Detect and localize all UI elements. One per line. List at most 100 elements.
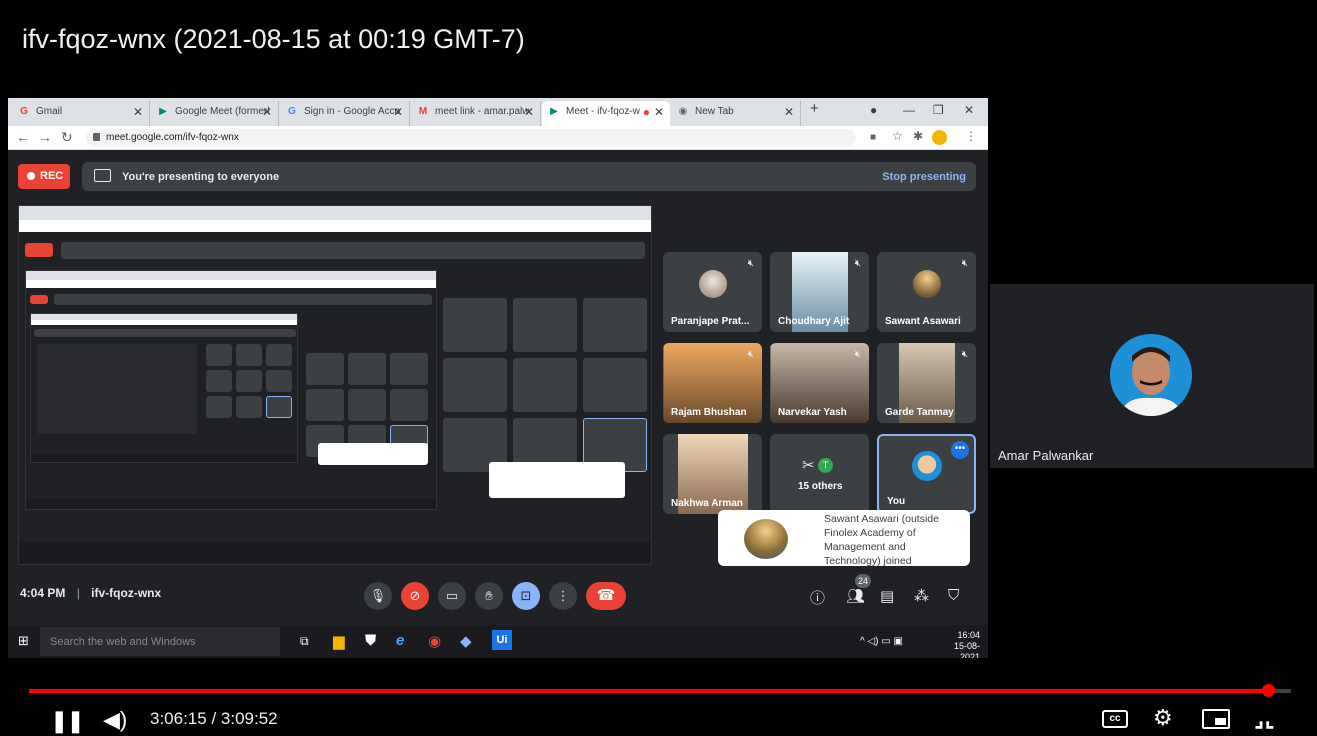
nested-tile	[513, 298, 577, 352]
settings-button[interactable]: ⚙	[1153, 705, 1173, 731]
gmail-icon: M	[418, 106, 428, 117]
shared-screen: G Gmail ✕ ▶ Google Meet (formerl ✕ G Sig…	[8, 98, 988, 658]
nested-screen-level-4	[30, 313, 298, 463]
nested-screen-level-3	[25, 270, 437, 510]
info-icon[interactable]: ⓘ	[810, 587, 825, 608]
nested-tile	[443, 358, 507, 412]
avatar	[1110, 334, 1192, 416]
maximize-icon[interactable]: ❐	[933, 103, 944, 117]
forward-arrow-icon[interactable]: →	[38, 129, 52, 145]
more-options-button[interactable]: ⋮	[549, 582, 577, 610]
taskbar-search-input[interactable]: Search the web and Windows	[40, 627, 280, 656]
nested-address-bar	[19, 220, 651, 232]
participant-tile[interactable]: 🔇︎ Choudhary Ajit	[770, 252, 869, 332]
camera-off-icon: ⊘	[409, 588, 421, 603]
nested-tile	[513, 358, 577, 412]
tab-label: Meet - ifv-fqoz-w	[566, 106, 640, 117]
progress-scrubber-handle[interactable]	[1262, 684, 1275, 697]
store-icon[interactable]: ⛊	[365, 632, 376, 649]
raise-hand-button[interactable]: ✋︎	[475, 582, 503, 610]
window-close-icon[interactable]: ✕	[964, 103, 974, 117]
participant-photo	[911, 451, 942, 482]
tab-meet-link[interactable]: M meet link - amar.palw ✕	[411, 101, 541, 126]
nested-toast	[489, 462, 625, 498]
tab-google-meet-formerly[interactable]: ▶ Google Meet (formerl ✕	[151, 101, 279, 126]
uipath-icon[interactable]: Ui	[492, 630, 512, 650]
tab-gmail[interactable]: G Gmail ✕	[12, 101, 150, 126]
tab-label: Gmail	[36, 106, 63, 117]
leave-call-button[interactable]: ☎︎	[586, 582, 626, 610]
tab-new-tab[interactable]: ◉ New Tab ✕	[671, 101, 801, 126]
google-icon: G	[288, 106, 296, 117]
captions-button[interactable]: ▭	[438, 582, 466, 610]
tab-label: New Tab	[695, 106, 734, 117]
participant-tile[interactable]: 🔇︎ Paranjape Prat...	[663, 252, 762, 332]
close-icon[interactable]: ✕	[393, 105, 403, 119]
file-explorer-icon[interactable]: ▆	[333, 632, 345, 650]
new-tab-plus-icon[interactable]: +	[810, 100, 819, 117]
close-icon[interactable]: ✕	[654, 105, 664, 119]
others-tile[interactable]: ✂ T 15 others	[770, 434, 869, 514]
tab-label: Sign in - Google Acco	[304, 106, 401, 117]
url-text: meet.google.com/ifv-fqoz-wnx	[106, 132, 239, 143]
pause-button[interactable]: ❚❚	[50, 708, 85, 734]
participant-tile[interactable]: 🔇︎ Narvekar Yash	[770, 343, 869, 423]
camera-off-button[interactable]: ⊘	[401, 582, 429, 610]
mic-off-icon: 🔇︎	[961, 258, 968, 269]
close-icon[interactable]: ✕	[262, 105, 272, 119]
volume-button[interactable]: ◀︎)	[103, 707, 127, 733]
nested-taskbar	[19, 542, 651, 564]
video-player[interactable]: ifv-fqoz-wnx (2021-08-15 at 00:19 GMT-7)…	[0, 0, 1317, 736]
tab-meet-active[interactable]: ▶ Meet - ifv-fqoz-w ● ✕	[542, 101, 670, 126]
minimize-icon[interactable]: —	[903, 103, 915, 117]
taskbar-clock: 16:04 15-08-2021	[953, 630, 980, 658]
nested-tab-bar	[19, 206, 651, 220]
close-icon[interactable]: ✕	[784, 105, 794, 119]
tab-sign-in[interactable]: G Sign in - Google Acco ✕	[280, 101, 410, 126]
reload-icon[interactable]: ↻	[61, 129, 73, 146]
participant-tile[interactable]: Nakhwa Arman	[663, 434, 762, 514]
star-icon[interactable]: ☆	[892, 129, 903, 143]
nested-tile	[583, 358, 647, 412]
more-options-icon[interactable]: •••	[951, 441, 969, 459]
stop-presenting-button[interactable]: Stop presenting	[882, 171, 966, 183]
exit-fullscreen-button[interactable]: ⌟⌞	[1254, 706, 1275, 732]
close-icon[interactable]: ✕	[133, 105, 143, 119]
captions-button[interactable]: cc	[1102, 710, 1128, 728]
people-icon[interactable]: 👥︎	[846, 587, 865, 605]
camera-icon[interactable]: ■	[870, 132, 876, 143]
chrome-icon[interactable]: ◉	[428, 632, 441, 650]
participant-tile[interactable]: 🔇︎ Garde Tanmay	[877, 343, 976, 423]
close-icon[interactable]: ✕	[524, 105, 534, 119]
host-controls-icon[interactable]: ⛉	[948, 587, 959, 604]
rec-badge: REC	[18, 164, 70, 189]
tab-label: Google Meet (formerl	[175, 106, 270, 117]
miniplayer-button[interactable]	[1202, 709, 1230, 729]
back-arrow-icon[interactable]: ←	[16, 129, 30, 145]
nested-tile	[583, 298, 647, 352]
avatar[interactable]	[932, 130, 947, 145]
menu-dots-icon[interactable]: ⋮	[965, 129, 977, 143]
nested-tile	[443, 298, 507, 352]
participant-photo	[698, 270, 727, 298]
mic-off-icon: 🔇︎	[747, 258, 754, 269]
activities-icon[interactable]: ⁂	[914, 587, 929, 605]
chat-icon[interactable]: ▤	[880, 587, 894, 605]
mic-button[interactable]: 🎙︎	[364, 582, 392, 610]
you-tile[interactable]: ••• You	[877, 434, 976, 514]
participant-photo	[912, 270, 941, 298]
task-view-icon[interactable]: ⧉	[300, 634, 309, 649]
extensions-icon[interactable]: ✱	[913, 129, 923, 143]
edge-icon[interactable]: e	[396, 632, 404, 649]
mic-off-icon: 🔇︎	[854, 349, 861, 360]
time-display: 3:06:15 / 3:09:52	[150, 709, 278, 728]
system-tray-icons[interactable]: ^ ◁) ▭ ▣	[860, 636, 903, 647]
profile-circle-icon[interactable]: ●	[870, 103, 877, 117]
url-field[interactable]: meet.google.com/ifv-fqoz-wnx	[86, 129, 856, 147]
windows-start-icon[interactable]: ⊞	[18, 633, 29, 649]
participant-tile[interactable]: 🔇︎ Sawant Asawari	[877, 252, 976, 332]
presenting-banner: You're presenting to everyone Stop prese…	[82, 162, 976, 191]
present-button[interactable]: ⊡	[512, 582, 540, 610]
app-icon[interactable]: ◆	[460, 632, 472, 650]
participant-tile[interactable]: 🔇︎ Rajam Bhushan	[663, 343, 762, 423]
